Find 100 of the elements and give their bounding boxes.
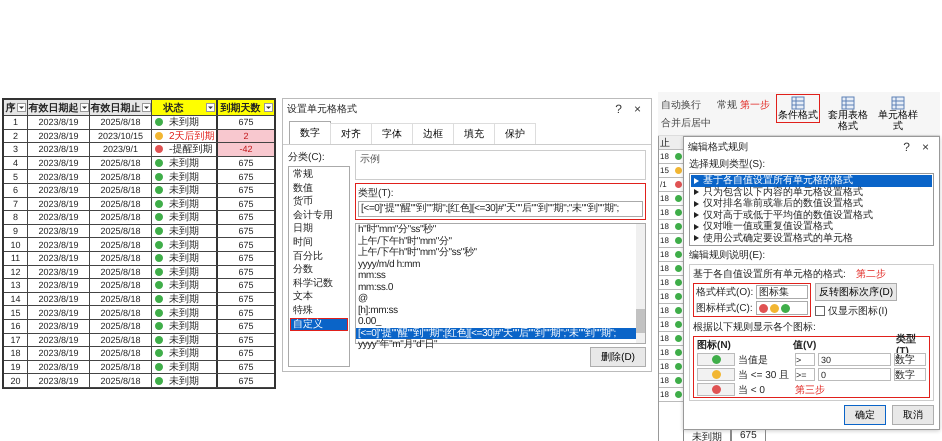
category-item[interactable]: 科学记数 bbox=[290, 276, 348, 290]
checkbox[interactable] bbox=[815, 306, 826, 316]
table-cell: 17 bbox=[4, 334, 28, 346]
ribbon-button[interactable]: 条件格式 bbox=[776, 94, 820, 123]
ribbon-button[interactable]: 套用表格格式 bbox=[826, 94, 870, 134]
delete-button[interactable]: 删除(D) bbox=[590, 347, 646, 367]
rule-type-item[interactable]: 仅对唯一值或重复值设置格式 bbox=[691, 221, 932, 232]
table-cell: 2023/8/19 bbox=[28, 116, 90, 129]
table-cell: 1 bbox=[4, 116, 28, 129]
table-cell: 4 bbox=[4, 156, 28, 170]
merge-center-button[interactable]: 合并后居中 bbox=[661, 116, 711, 130]
status-text: 未到期 bbox=[169, 198, 199, 211]
table-cell-text: 675 bbox=[237, 374, 255, 387]
table-cell-text: 675 bbox=[237, 225, 255, 238]
category-item[interactable]: 分数 bbox=[290, 263, 348, 277]
status-text: 未到期 bbox=[169, 306, 199, 320]
type-dropdown[interactable]: 数字 bbox=[894, 353, 926, 366]
format-style-dropdown[interactable]: 图标集 bbox=[756, 285, 808, 299]
format-item[interactable]: 上午/下午h"时"mm"分" bbox=[356, 236, 636, 247]
category-item[interactable]: 数值 bbox=[290, 182, 348, 196]
tab[interactable]: 对齐 bbox=[330, 123, 372, 144]
category-item[interactable]: 日期 bbox=[290, 222, 348, 236]
condition-text: 当 < 0 bbox=[738, 384, 766, 396]
column-header: 图标(N) bbox=[697, 338, 732, 352]
table-cell: 18 bbox=[660, 250, 669, 259]
filter-dropdown-icon[interactable] bbox=[142, 103, 150, 112]
filter-dropdown-icon[interactable] bbox=[80, 103, 88, 112]
status-text: 未到期 bbox=[169, 346, 199, 360]
value-field[interactable]: 0 bbox=[818, 368, 891, 381]
category-item[interactable]: 百分比 bbox=[290, 250, 348, 264]
help-button[interactable]: ? bbox=[609, 102, 628, 116]
format-item[interactable]: @ bbox=[356, 293, 636, 304]
tab[interactable]: 保护 bbox=[494, 123, 536, 144]
format-item[interactable]: 上午/下午h"时"mm"分"ss"秒" bbox=[356, 247, 636, 258]
step-note: 第三步 bbox=[795, 384, 825, 396]
cancel-button[interactable]: 取消 bbox=[892, 405, 934, 425]
format-item[interactable]: mm:ss bbox=[356, 270, 636, 282]
rules-label: 根据以下规则显示各个图标: bbox=[693, 320, 817, 334]
column-header[interactable]: 有效日期起 bbox=[28, 100, 90, 115]
format-item[interactable]: mm:ss.0 bbox=[356, 282, 636, 293]
category-item[interactable]: 常规 bbox=[290, 168, 348, 182]
reverse-order-button[interactable]: 反转图标次序(D) bbox=[815, 283, 898, 301]
table-cell: 2023/8/19 bbox=[28, 266, 90, 278]
step-note: 第一步 bbox=[740, 98, 770, 112]
checkbox-label: 仅显示图标(I) bbox=[828, 304, 888, 318]
table-cell-text: 675 bbox=[237, 279, 255, 292]
format-item[interactable]: [<=0]"提""醒""到""期";[红色][<=30]#"天""后""到""期";"未""到""期"; bbox=[356, 328, 636, 339]
table-cell: 2025/8/18 bbox=[90, 116, 152, 129]
rule-type-item[interactable]: 仅对排名靠前或靠后的数值设置格式 bbox=[691, 198, 932, 210]
type-dropdown[interactable]: 数字 bbox=[894, 368, 926, 381]
format-item[interactable]: h"时"mm"分"ss"秒" bbox=[356, 224, 636, 236]
type-label: 类型(T): bbox=[358, 186, 395, 200]
category-item[interactable]: 特殊 bbox=[290, 304, 348, 318]
category-item[interactable]: 时间 bbox=[290, 236, 348, 250]
status-text: 未到期 bbox=[169, 184, 199, 198]
filter-dropdown-icon[interactable] bbox=[16, 103, 26, 112]
help-button[interactable]: ? bbox=[897, 140, 916, 154]
icon-style-dropdown[interactable] bbox=[756, 301, 808, 315]
bullet-icon bbox=[694, 178, 699, 184]
table-cell: 16 bbox=[4, 320, 28, 332]
table-cell: 止 bbox=[659, 136, 683, 150]
table-cell: 675 bbox=[731, 430, 766, 441]
column-header[interactable]: 到期天数 bbox=[218, 100, 274, 115]
category-item[interactable]: 会计专用 bbox=[290, 208, 348, 222]
table-cell: 2023/8/19 bbox=[28, 130, 90, 142]
category-item[interactable]: 货币 bbox=[290, 195, 348, 209]
icon-dropdown[interactable] bbox=[697, 383, 735, 396]
category-item[interactable]: 自定义 bbox=[290, 318, 348, 332]
column-header[interactable]: 序 bbox=[4, 100, 28, 115]
rule-type-item[interactable]: 只为包含以下内容的单元格设置格式 bbox=[691, 186, 932, 198]
table-cell: 18 bbox=[660, 390, 669, 399]
tab[interactable]: 数字 bbox=[289, 121, 331, 144]
number-format-dropdown[interactable]: 常规 bbox=[717, 98, 737, 112]
format-item[interactable]: [h]:mm:ss bbox=[356, 304, 636, 316]
close-button[interactable]: × bbox=[916, 140, 935, 154]
format-item[interactable]: 0.00_ bbox=[356, 316, 636, 328]
table-cell: 18 bbox=[660, 194, 669, 203]
filter-dropdown-icon[interactable] bbox=[206, 103, 215, 112]
icon-dropdown[interactable] bbox=[697, 353, 735, 366]
operator-dropdown[interactable]: >= bbox=[795, 368, 815, 381]
rule-type-item[interactable]: 使用公式确定要设置格式的单元格 bbox=[691, 232, 932, 244]
column-header[interactable]: 状态 bbox=[152, 100, 218, 115]
category-item[interactable]: 文本 bbox=[290, 290, 348, 304]
filter-dropdown-icon[interactable] bbox=[264, 103, 273, 112]
operator-dropdown[interactable]: > bbox=[795, 353, 815, 366]
wrap-text-button[interactable]: 自动换行 bbox=[661, 98, 711, 112]
ribbon-button[interactable]: 单元格样式 bbox=[876, 94, 920, 134]
column-header[interactable]: 有效日期止 bbox=[90, 100, 152, 115]
description-label: 编辑规则说明(E): bbox=[689, 248, 766, 262]
rule-type-item[interactable]: 仅对高于或低于平均值的数值设置格式 bbox=[691, 210, 932, 221]
close-button[interactable]: × bbox=[628, 102, 647, 116]
type-field[interactable]: [<=0]"提""醒""到""期";[红色][<=30]#"天""后""到""期";"未""到""期"; bbox=[358, 201, 643, 217]
format-item[interactable]: yyyy/m/d h:mm bbox=[356, 258, 636, 270]
table-cell: 2023/8/19 bbox=[28, 252, 90, 265]
ok-button[interactable]: 确定 bbox=[844, 405, 886, 425]
value-field[interactable]: 30 bbox=[818, 353, 891, 366]
table-cell: 2025/8/18 bbox=[90, 292, 152, 306]
rule-type-item[interactable]: 基于各自值设置所有单元格的格式 bbox=[691, 175, 932, 186]
scrollbar[interactable] bbox=[636, 224, 645, 343]
table-cell: 2023/8/19 bbox=[28, 156, 90, 170]
